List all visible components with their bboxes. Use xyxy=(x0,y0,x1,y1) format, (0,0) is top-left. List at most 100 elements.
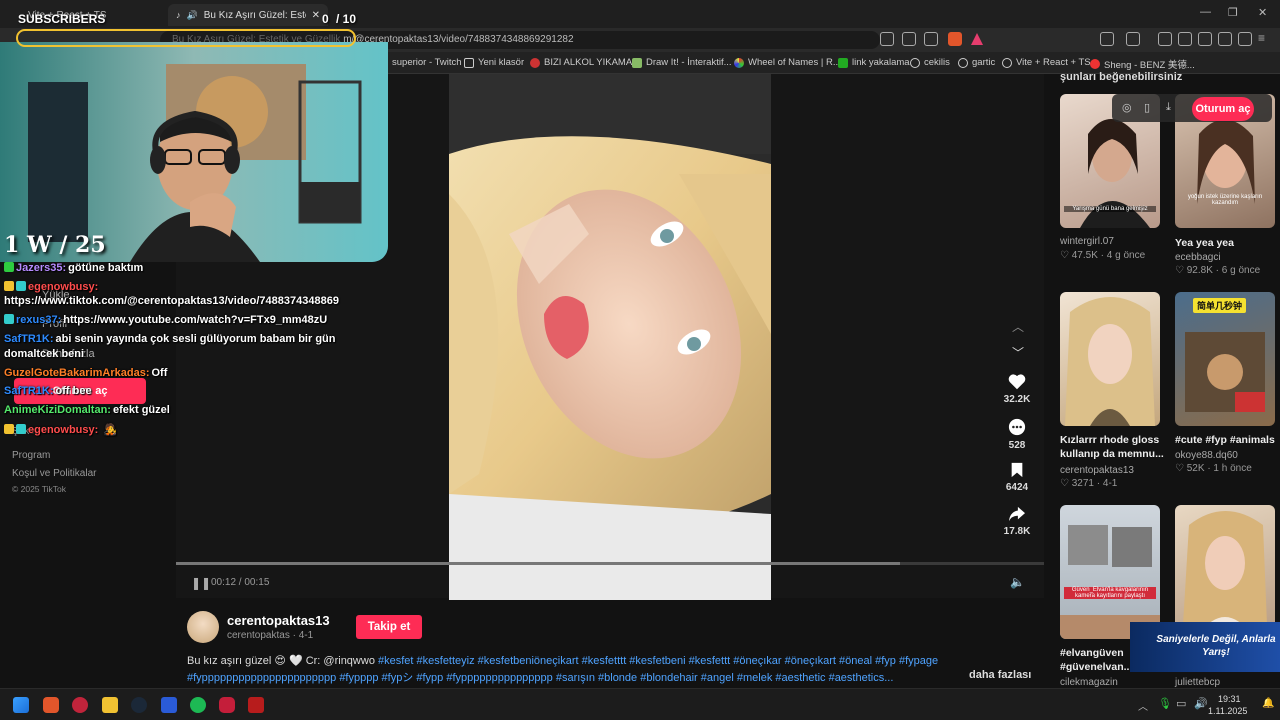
phone-icon[interactable]: ▯ xyxy=(1144,101,1150,114)
chevron-up-icon[interactable]: ︿ xyxy=(1012,318,1024,335)
volume-tray-icon[interactable]: 🔊 xyxy=(1194,697,1208,710)
clock-time[interactable]: 19:31 xyxy=(1218,694,1241,704)
chat-line: rexus37: https://www.youtube.com/watch?v=… xyxy=(4,314,327,326)
caption-line-1: Bu kız aşırı güzel 😍 🤍 Cr: @rinqwwo #kes… xyxy=(187,654,977,667)
share-icon[interactable] xyxy=(924,32,938,46)
bookmark[interactable]: Wheel of Names | R... xyxy=(734,57,841,68)
taskbar: ︿ 🎙 ▭ 🔊 19:31 1.11.2025 🔔 xyxy=(0,688,1280,720)
sidebar-icon[interactable] xyxy=(1178,32,1192,46)
rec-thumb-5[interactable]: Güven_Elvan'la kavgalarının kamera kayıt… xyxy=(1060,505,1160,639)
progress-fill xyxy=(176,562,900,565)
rewards-icon[interactable] xyxy=(970,32,984,46)
share-arrow-icon xyxy=(1009,506,1025,522)
like-action[interactable]: 32.2K xyxy=(1000,374,1034,405)
rec-user-1[interactable]: wintergirl.07 xyxy=(1060,236,1114,247)
cast-icon[interactable] xyxy=(902,32,916,46)
bookmark[interactable]: Draw It! - İnteraktif... xyxy=(632,57,732,68)
promo-banner[interactable]: Saniyelerle Değil, Anlarla Yarış! xyxy=(1130,622,1280,672)
chevron-up-icon[interactable]: ︿ xyxy=(1138,698,1148,713)
folder-icon[interactable] xyxy=(102,697,118,713)
rec-image-6 xyxy=(1183,511,1267,639)
maximize-icon[interactable]: ❐ xyxy=(1228,6,1238,19)
nav-program[interactable]: Program xyxy=(12,450,50,461)
saves-count: 6424 xyxy=(1005,482,1029,493)
menu-icon[interactable]: ≡ xyxy=(1258,32,1272,46)
rec-title-2[interactable]: Yea yea yea xyxy=(1175,236,1280,250)
download-icon[interactable]: ⤓ xyxy=(1166,101,1171,114)
sub-badge-icon xyxy=(16,424,26,434)
nav-terms[interactable]: Koşul ve Politikalar xyxy=(12,468,96,479)
compass-icon[interactable]: ◎ xyxy=(1122,101,1132,114)
app-icon-4[interactable] xyxy=(248,697,264,713)
follow-button[interactable]: Takip et xyxy=(356,615,422,639)
bookmark-folder[interactable]: Yeni klasör xyxy=(464,57,524,68)
save-action[interactable]: 6424 xyxy=(1000,462,1034,493)
leo-icon[interactable] xyxy=(1218,32,1232,46)
app-icon-2[interactable] xyxy=(161,697,177,713)
video-frame[interactable] xyxy=(449,74,771,600)
bookmark[interactable]: link yakalama xyxy=(838,57,910,68)
bookmark[interactable]: Sheng - BENZ 美德... xyxy=(1090,57,1195,71)
emote-icon: 🧑‍🎤 xyxy=(100,424,118,436)
mic-icon[interactable]: 🎙 xyxy=(1158,697,1172,710)
crown-badge-icon xyxy=(4,281,14,291)
bookmark[interactable]: superior - Twitch xyxy=(392,57,462,68)
bookmark[interactable]: cekilis xyxy=(910,57,950,68)
rec-thumb-6[interactable] xyxy=(1175,505,1275,639)
bookmark[interactable]: gartic xyxy=(958,57,995,68)
chat-line: https://www.tiktok.com/@cerentopaktas13/… xyxy=(4,295,339,307)
webcam-overlay xyxy=(0,42,388,262)
spotify-icon[interactable] xyxy=(190,697,206,713)
vpn-icon[interactable] xyxy=(1238,32,1252,46)
app-icon[interactable] xyxy=(72,697,88,713)
chevron-down-icon[interactable]: ﹀ xyxy=(1012,344,1024,361)
author-name[interactable]: cerentopaktas13 xyxy=(227,613,330,628)
brave-icon[interactable] xyxy=(43,697,59,713)
rec-user-3[interactable]: cerentopaktas13 xyxy=(1060,465,1134,476)
record-counter: 1 W / 25 xyxy=(4,232,106,258)
brave-shield-icon[interactable] xyxy=(948,32,962,46)
notification-icon[interactable]: 🔔 xyxy=(1262,698,1274,709)
browser-titlebar: Vite + React + TS ♪ 🔊 Bu Kız Aşırı Güzel… xyxy=(0,0,1280,28)
extension-icon-2[interactable] xyxy=(1126,32,1140,46)
rec-thumb-4[interactable]: 简单几秒钟 xyxy=(1175,292,1275,426)
close-icon[interactable]: ✕ xyxy=(312,10,320,21)
rec-user-2[interactable]: ecebbagci xyxy=(1175,252,1221,263)
author-avatar[interactable] xyxy=(187,611,219,643)
extension-icon[interactable] xyxy=(1100,32,1114,46)
caption-hashtags[interactable]: #kesfet #kesfetteyiz #kesfetbeniöneçikar… xyxy=(378,655,938,667)
windows-start-icon[interactable] xyxy=(13,697,29,713)
rec-title-3[interactable]: Kızlarrr rhode gloss kullanıp da memnu..… xyxy=(1060,433,1172,461)
translate-icon[interactable] xyxy=(880,32,894,46)
bookmark[interactable]: BIZI ALKOL YIKAMA... xyxy=(530,57,640,68)
network-icon[interactable]: ▭ xyxy=(1176,697,1186,710)
chat-line: egenowbusy: 🧑‍🎤 xyxy=(4,423,117,436)
tab-label: Bu Kız Aşırı Güzel: Estetik ve G xyxy=(203,9,306,21)
volume-icon[interactable]: 🔈 xyxy=(1010,575,1025,589)
music-icon[interactable] xyxy=(1158,32,1172,46)
bookmark-icon xyxy=(1011,462,1023,478)
tab-tiktok[interactable]: ♪ 🔊 Bu Kız Aşırı Güzel: Estetik ve G ✕ xyxy=(168,4,328,26)
rec-user-5[interactable]: cilekmagazin xyxy=(1060,677,1118,688)
clock-date[interactable]: 1.11.2025 xyxy=(1208,706,1247,716)
pause-icon[interactable]: ❚❚ xyxy=(191,576,211,590)
bookmark[interactable]: Vite + React + TS xyxy=(1002,57,1091,68)
close-window-icon[interactable]: ✕ xyxy=(1258,6,1267,19)
rec-user-4[interactable]: okoye88.dq60 xyxy=(1175,450,1238,461)
rec-thumb-3[interactable] xyxy=(1060,292,1160,426)
minimize-icon[interactable]: — xyxy=(1200,6,1211,18)
comment-action[interactable]: 528 xyxy=(1000,418,1034,451)
crown-badge-icon xyxy=(4,424,14,434)
chat-line: domaltcek beni xyxy=(4,348,85,360)
app-icon-3[interactable] xyxy=(219,697,235,713)
wallet-icon[interactable] xyxy=(1198,32,1212,46)
rec-title-4[interactable]: #cute #fyp #animals xyxy=(1175,433,1280,447)
steam-icon[interactable] xyxy=(131,697,147,713)
rec-image-5 xyxy=(1060,525,1160,639)
share-action[interactable]: 17.8K xyxy=(1000,506,1034,537)
caption-hashtags-2[interactable]: #fypppppppppppppppppppppp #fypppp #fypシ … xyxy=(187,669,947,685)
rec-meta-4: ♡ 52K · 1 h önce xyxy=(1175,463,1252,474)
more-link[interactable]: daha fazlası xyxy=(969,669,1031,681)
login-button[interactable]: Oturum aç xyxy=(1192,97,1254,121)
rec-user-6[interactable]: juliettebcp xyxy=(1175,677,1220,688)
